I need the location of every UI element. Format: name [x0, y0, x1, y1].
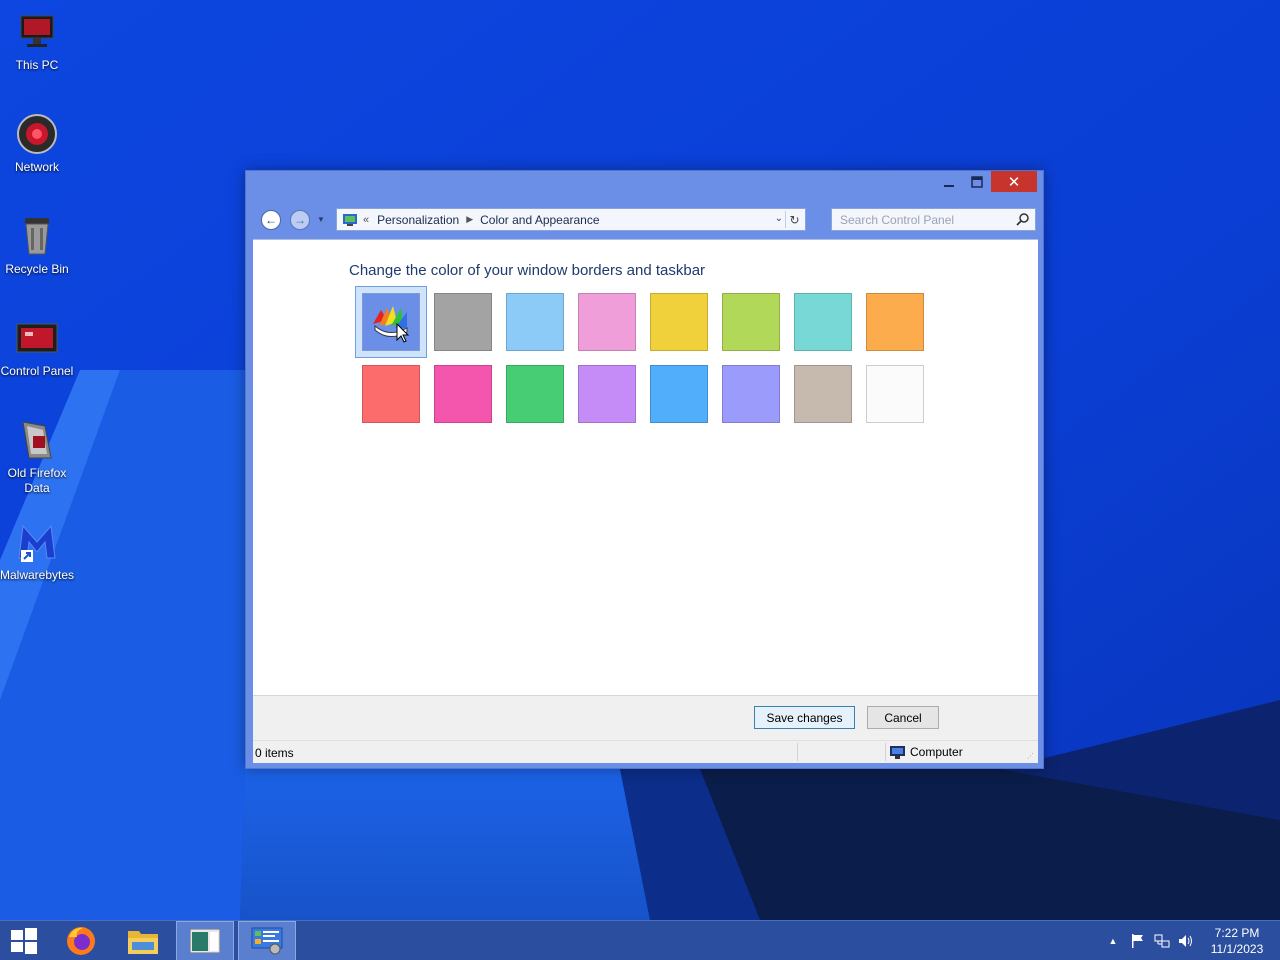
desktop-icon-recycle-bin[interactable]: Recycle Bin [0, 212, 74, 277]
window-app-icon [190, 929, 220, 953]
color-swatch-automatic-color[interactable] [362, 293, 420, 351]
start-button[interactable] [0, 921, 48, 960]
clock-date: 11/1/2023 [1210, 942, 1264, 956]
save-changes-button[interactable]: Save changes [754, 706, 855, 729]
color-swatch-periwinkle[interactable] [722, 365, 780, 423]
breadcrumb-personalization[interactable]: Personalization [377, 213, 459, 227]
close-icon: ✕ [1007, 173, 1021, 191]
network-icon [13, 110, 61, 158]
desktop-icon-label: This PC [15, 58, 59, 72]
search-icon[interactable] [1016, 213, 1029, 226]
desktop-icon-this-pc[interactable]: This PC [0, 8, 74, 73]
status-divider [797, 743, 798, 761]
window-titlebar[interactable]: ✕ [246, 171, 1043, 201]
color-swatch-taupe[interactable] [794, 365, 852, 423]
color-swatch-grid [354, 286, 926, 433]
color-swatch-blue[interactable] [650, 365, 708, 423]
color-swatch-lavender[interactable] [578, 365, 636, 423]
desktop-icon-label: Control Panel [0, 364, 74, 378]
maximize-button[interactable] [963, 171, 991, 192]
desktop-icon-label: Malwarebytes [0, 568, 75, 582]
back-arrow-icon: ← [265, 213, 277, 227]
desktop-icon-label: Network [14, 160, 59, 174]
control-panel-icon [251, 927, 283, 955]
chevron-up-icon: ▲ [1108, 936, 1118, 946]
flag-icon [1132, 934, 1143, 948]
color-swatch-coral[interactable] [362, 365, 420, 423]
desktop-icon-network[interactable]: Network [0, 110, 74, 175]
control-panel-small-icon [343, 213, 357, 226]
refresh-icon[interactable]: ↻ [785, 211, 803, 228]
color-swatch-magenta[interactable] [434, 365, 492, 423]
page-heading: Change the color of your window borders … [349, 262, 706, 279]
network-tray-icon [1154, 934, 1170, 948]
color-swatch-teal[interactable] [794, 293, 852, 351]
desktop-icon-control-panel[interactable]: Control Panel [0, 314, 74, 379]
color-swatch-sky-blue[interactable] [506, 293, 564, 351]
breadcrumb-overflow[interactable]: « [363, 214, 369, 226]
taskbar: ▲ 7:22 PM 11/1/2023 [0, 920, 1280, 960]
recycle-bin-icon [13, 212, 61, 260]
color-and-appearance-window: ✕ ← → ▼ « Personalization ▶ Color and Ap… [245, 170, 1044, 769]
taskbar-firefox[interactable] [52, 921, 110, 960]
control-panel-icon [13, 314, 61, 362]
search-box[interactable] [831, 208, 1036, 231]
clock[interactable]: 7:22 PM 11/1/2023 [1200, 925, 1274, 957]
color-swatch-gray[interactable] [434, 293, 492, 351]
taskbar-app-window[interactable] [176, 921, 234, 960]
folder-icon [128, 931, 158, 954]
action-bar: Save changes Cancel [253, 695, 1038, 740]
firefox-icon [67, 927, 95, 955]
desktop-icon-label: Old Firefox Data [7, 466, 67, 495]
action-center-flag[interactable] [1128, 921, 1148, 960]
close-button[interactable]: ✕ [991, 171, 1037, 192]
color-swatch-orange[interactable] [866, 293, 924, 351]
forward-button[interactable]: → [290, 210, 310, 230]
content-area: Change the color of your window borders … [253, 239, 1038, 695]
recent-locations-chevron-icon[interactable]: ▼ [317, 215, 325, 224]
breadcrumb-color-and-appearance[interactable]: Color and Appearance [480, 213, 599, 227]
malwarebytes-icon [13, 518, 61, 566]
computer-icon [890, 745, 905, 759]
back-button[interactable]: ← [261, 210, 281, 230]
color-swatch-yellow[interactable] [650, 293, 708, 351]
color-mixer-icon [373, 306, 410, 343]
address-bar[interactable]: « Personalization ▶ Color and Appearance… [336, 208, 806, 231]
desktop-icon-old-firefox-data[interactable]: Old Firefox Data [0, 416, 74, 496]
color-swatch-green[interactable] [506, 365, 564, 423]
navigation-bar: ← → ▼ « Personalization ▶ Color and Appe… [253, 207, 1036, 233]
windows-logo-icon [11, 928, 37, 954]
color-swatch-pink[interactable] [578, 293, 636, 351]
clock-time: 7:22 PM [1214, 926, 1260, 940]
status-bar: 0 items Computer ⋰ [253, 740, 1038, 763]
maximize-icon [971, 175, 983, 188]
color-swatch-white[interactable] [866, 365, 924, 423]
address-dropdown-icon[interactable]: ⌄ [775, 213, 783, 224]
speaker-icon [1179, 935, 1192, 947]
desktop-icon-label: Recycle Bin [5, 262, 69, 276]
status-location-label: Computer [910, 745, 963, 759]
color-swatch-lime[interactable] [722, 293, 780, 351]
network-tray[interactable] [1152, 921, 1172, 960]
status-divider [885, 743, 886, 761]
desktop-icon-malwarebytes[interactable]: Malwarebytes [0, 518, 74, 583]
resize-grip-icon[interactable]: ⋰ [1027, 752, 1036, 761]
search-input[interactable] [832, 209, 1012, 230]
taskbar-control-panel[interactable] [238, 921, 296, 960]
status-location: Computer [890, 745, 963, 759]
item-count: 0 items [255, 746, 294, 760]
cancel-button[interactable]: Cancel [867, 706, 939, 729]
breadcrumb-separator-icon[interactable]: ▶ [466, 214, 473, 225]
taskbar-file-explorer[interactable] [114, 921, 172, 960]
minimize-icon [944, 184, 954, 187]
minimize-button[interactable] [935, 171, 963, 192]
volume-tray[interactable] [1176, 921, 1196, 960]
computer-icon [13, 8, 61, 56]
show-hidden-icons-button[interactable]: ▲ [1106, 921, 1120, 960]
folder-shortcut-icon [13, 416, 61, 464]
forward-arrow-icon: → [294, 213, 306, 227]
